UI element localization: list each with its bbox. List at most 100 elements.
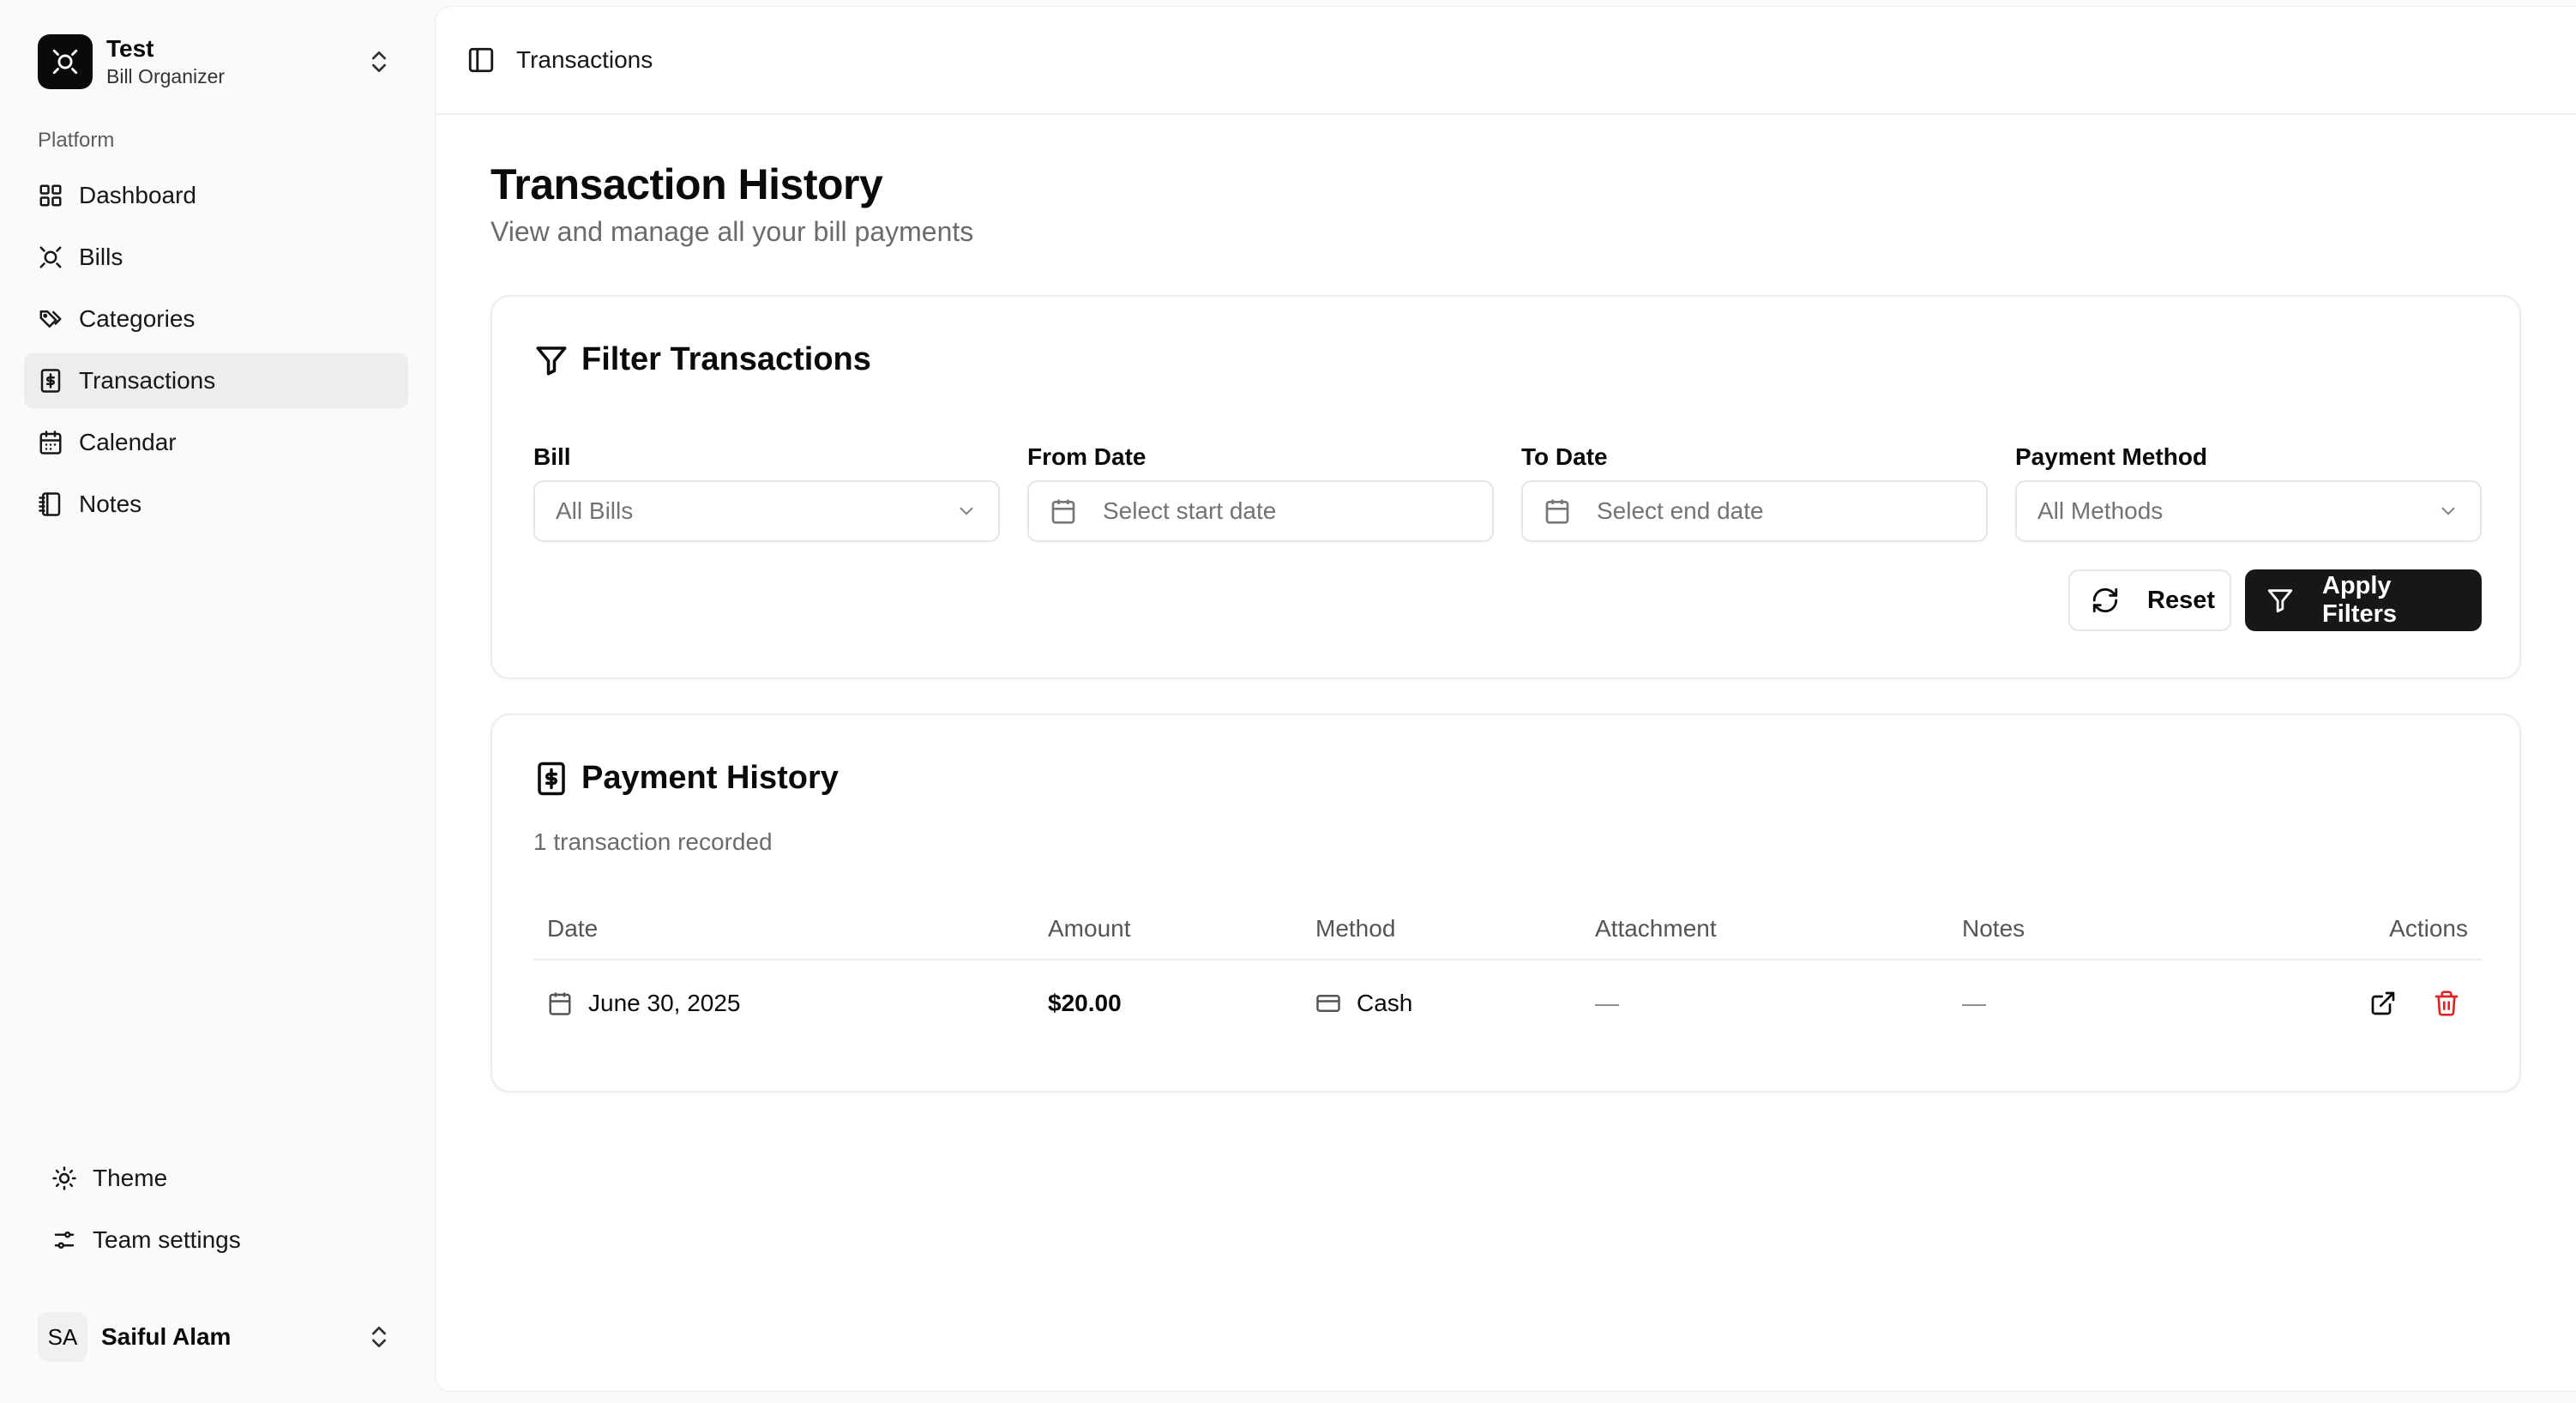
sidebar-group-label: Platform — [38, 129, 115, 152]
sidebar-item-label: Categories — [79, 305, 196, 332]
filter-card-title: Filter Transactions — [581, 341, 871, 377]
apply-filters-button[interactable]: Apply Filters — [2245, 569, 2482, 631]
filter-card-header: Filter Transactions — [533, 341, 871, 378]
transaction-count: 1 transaction recorded — [533, 828, 773, 855]
chevrons-up-down-icon — [365, 48, 393, 75]
from-date-placeholder: Select start date — [1103, 497, 1277, 524]
sidebar-item-label: Dashboard — [79, 182, 196, 208]
trash-icon[interactable] — [2425, 982, 2468, 1025]
avatar: SA — [38, 1312, 87, 1362]
payment-history-header: Payment History — [533, 760, 839, 797]
column-header-attachment: Attachment — [1595, 915, 1717, 942]
column-header-amount: Amount — [1048, 915, 1131, 942]
sidebar-item-label: Calendar — [79, 429, 177, 455]
topbar: Transactions — [436, 7, 2576, 115]
chevron-down-icon — [955, 500, 978, 522]
bill-select-value: All Bills — [556, 497, 634, 524]
payment-history-card: Payment History 1 transaction recorded D… — [491, 714, 2521, 1093]
payment-method-value: All Methods — [2037, 497, 2164, 524]
team-switcher[interactable]: Test Bill Organizer — [24, 19, 406, 105]
sidebar: Test Bill Organizer Platform Dashboard B… — [0, 0, 436, 1403]
page-title: Transaction History — [491, 160, 883, 208]
bill-icon — [38, 244, 79, 270]
transaction-attachment: — — [1595, 990, 1619, 1016]
sidebar-item-label: Theme — [93, 1165, 168, 1191]
sidebar-item-calendar[interactable]: Calendar — [24, 415, 408, 470]
column-header-notes: Notes — [1962, 915, 2025, 942]
payment-method-label: Payment Method — [2015, 443, 2208, 470]
to-date-placeholder: Select end date — [1597, 497, 1764, 524]
user-name: Saiful Alam — [101, 1323, 232, 1350]
sidebar-item-categories[interactable]: Categories — [24, 292, 408, 346]
grid-icon — [38, 183, 79, 208]
from-date-picker[interactable]: Select start date — [1027, 480, 1494, 542]
transaction-date: June 30, 2025 — [588, 990, 741, 1016]
filter-icon — [2266, 586, 2322, 615]
notebook-icon — [38, 491, 79, 517]
payment-method-select[interactable]: All Methods — [2015, 480, 2482, 542]
filter-icon — [533, 342, 581, 378]
cell-method: Cash — [1315, 990, 1595, 1017]
transaction-notes: — — [1962, 990, 1986, 1016]
from-date-label: From Date — [1027, 443, 1147, 470]
bill-select[interactable]: All Bills — [533, 480, 1000, 542]
tags-icon — [38, 306, 79, 332]
receipt-icon — [533, 761, 581, 797]
receipt-icon — [38, 368, 79, 394]
chevrons-up-down-icon — [365, 1323, 393, 1351]
table-row: June 30, 2025 $20.00 Cash — — — [533, 960, 2482, 1046]
refresh-icon — [2091, 586, 2147, 615]
open-external-icon[interactable] — [2362, 982, 2404, 1025]
credit-card-icon — [1315, 991, 1357, 1016]
to-date-label: To Date — [1521, 443, 1608, 470]
reset-button-label: Reset — [2147, 586, 2215, 614]
sliders-icon — [51, 1227, 93, 1253]
column-header-actions: Actions — [2389, 915, 2468, 942]
sidebar-item-notes[interactable]: Notes — [24, 477, 408, 532]
bill-filter-label: Bill — [533, 443, 571, 470]
calendar-icon — [1544, 497, 1597, 525]
to-date-filter: To Date Select end date — [1521, 443, 1988, 542]
transaction-amount: $20.00 — [1048, 990, 1122, 1016]
bill-filter: Bill All Bills — [533, 443, 1000, 542]
cell-date: June 30, 2025 — [533, 990, 1048, 1017]
column-header-date: Date — [547, 915, 599, 942]
team-subtitle: Bill Organizer — [106, 65, 226, 87]
sidebar-item-label: Bills — [79, 244, 123, 270]
team-text: Test Bill Organizer — [106, 34, 365, 89]
payment-method-filter: Payment Method All Methods — [2015, 443, 2482, 542]
chevron-down-icon — [2437, 500, 2459, 522]
reset-button[interactable]: Reset — [2068, 569, 2231, 631]
to-date-picker[interactable]: Select end date — [1521, 480, 1988, 542]
transactions-table: Date Amount Method Attachment Notes Acti… — [533, 899, 2482, 1046]
calendar-icon — [1050, 497, 1103, 525]
sidebar-toggle-icon[interactable] — [466, 45, 496, 75]
sidebar-item-label: Notes — [79, 491, 142, 517]
sun-icon — [51, 1165, 93, 1191]
payment-history-title: Payment History — [581, 760, 839, 796]
filter-card: Filter Transactions Bill All Bills From … — [491, 295, 2521, 679]
sidebar-item-dashboard[interactable]: Dashboard — [24, 168, 408, 223]
team-name: Test — [106, 35, 154, 62]
user-menu[interactable]: SA Saiful Alam — [24, 1307, 406, 1367]
calendar-icon — [547, 991, 588, 1016]
sidebar-item-label: Team settings — [93, 1226, 241, 1253]
table-header: Date Amount Method Attachment Notes Acti… — [533, 899, 2482, 960]
sidebar-item-bills[interactable]: Bills — [24, 230, 408, 285]
apply-filters-label: Apply Filters — [2322, 572, 2398, 628]
cell-actions — [2305, 982, 2482, 1025]
sidebar-item-theme[interactable]: Theme — [38, 1151, 406, 1206]
main-content: Transactions Transaction History View an… — [436, 7, 2576, 1391]
transaction-method: Cash — [1357, 990, 1413, 1016]
page-subtitle: View and manage all your bill payments — [491, 216, 974, 247]
sidebar-item-team-settings[interactable]: Team settings — [38, 1213, 406, 1268]
bill-logo-icon — [38, 34, 93, 89]
from-date-filter: From Date Select start date — [1027, 443, 1494, 542]
sidebar-footer-nav: Theme Team settings — [38, 1151, 406, 1274]
sidebar-item-label: Transactions — [79, 367, 216, 394]
breadcrumb: Transactions — [516, 46, 653, 73]
calendar-icon — [38, 430, 79, 455]
column-header-method: Method — [1315, 915, 1396, 942]
sidebar-nav: Dashboard Bills Categories Transactions … — [24, 168, 408, 539]
sidebar-item-transactions[interactable]: Transactions — [24, 353, 408, 408]
